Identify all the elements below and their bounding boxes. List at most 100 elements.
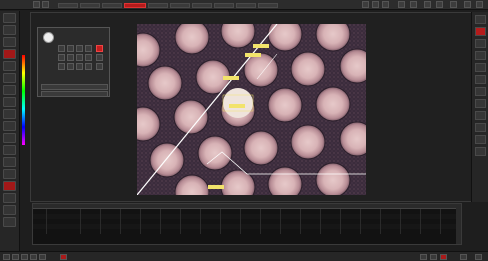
toolbar-icon-1[interactable] — [33, 1, 40, 8]
record-icon[interactable] — [60, 254, 67, 260]
panel-button-4[interactable] — [85, 45, 92, 52]
window-icon[interactable] — [398, 1, 405, 8]
measurement-table[interactable] — [32, 203, 462, 245]
delete-icon[interactable] — [475, 123, 486, 132]
layers-icon[interactable] — [420, 254, 427, 260]
zoom-out-icon[interactable] — [475, 87, 486, 96]
person-icon[interactable] — [3, 193, 16, 203]
grid-icon[interactable] — [362, 1, 369, 8]
grid-view-icon[interactable] — [3, 217, 16, 227]
minimize-icon[interactable] — [436, 1, 443, 8]
toolbar-button-7[interactable] — [214, 3, 234, 8]
measure-icon[interactable] — [3, 25, 16, 35]
export-icon[interactable] — [475, 135, 486, 144]
grid-icon[interactable] — [3, 133, 16, 143]
panel-button-10[interactable] — [96, 54, 103, 61]
table-scrollbar[interactable] — [456, 204, 461, 244]
toolbar-button-5[interactable] — [170, 3, 190, 8]
panel-button-3[interactable] — [76, 45, 83, 52]
toolbar-button-4[interactable] — [148, 3, 168, 8]
table-header-cell — [281, 204, 301, 208]
restore-icon[interactable] — [464, 1, 471, 8]
select-icon[interactable] — [3, 13, 16, 23]
annotation-1[interactable] — [253, 44, 269, 48]
list-icon[interactable] — [475, 39, 486, 48]
info-icon[interactable] — [424, 1, 431, 8]
red-action-icon[interactable] — [475, 27, 486, 36]
table-cell — [181, 229, 201, 234]
toolbar-button-1[interactable] — [58, 3, 78, 8]
panel-button-8[interactable] — [76, 54, 83, 61]
focus-icon[interactable] — [3, 121, 16, 131]
zoom-icon[interactable] — [460, 254, 467, 260]
grain-24 — [315, 162, 351, 195]
toolbar-button-3[interactable] — [102, 3, 122, 8]
grid-icon[interactable] — [39, 254, 46, 260]
help-icon[interactable] — [475, 147, 486, 156]
record-icon[interactable] — [3, 181, 16, 191]
panel-button-15[interactable] — [96, 63, 103, 70]
table-cell — [47, 229, 81, 234]
layers-icon[interactable] — [3, 85, 16, 95]
save-icon[interactable] — [475, 51, 486, 60]
settings-icon[interactable] — [30, 254, 37, 260]
fullscreen-icon[interactable] — [475, 254, 482, 260]
microscope-image[interactable] — [137, 24, 366, 195]
panel-button-2[interactable] — [67, 45, 74, 52]
panel-button-11[interactable] — [58, 63, 65, 70]
table-header-cell — [361, 204, 381, 208]
ruler-icon[interactable] — [3, 145, 16, 155]
close-icon[interactable] — [475, 15, 486, 24]
zoom-icon[interactable] — [3, 37, 16, 47]
table-header-cell — [381, 204, 401, 208]
stop-icon[interactable] — [440, 254, 447, 260]
light-icon[interactable] — [3, 109, 16, 119]
annotation-5[interactable] — [208, 185, 224, 189]
video-icon[interactable] — [21, 254, 28, 260]
tools-icon[interactable] — [3, 205, 16, 215]
zoom-in-icon[interactable] — [475, 75, 486, 84]
refresh-icon[interactable] — [475, 63, 486, 72]
annotate-icon[interactable] — [3, 61, 16, 71]
table-header-cell — [161, 204, 181, 208]
annotation-3[interactable] — [223, 76, 239, 80]
panel-button-14[interactable] — [85, 63, 92, 70]
settings-icon[interactable] — [382, 1, 389, 8]
table-row[interactable] — [33, 229, 461, 234]
help-icon[interactable] — [410, 1, 417, 8]
camera-icon[interactable] — [3, 49, 16, 59]
panel-select-2[interactable] — [41, 91, 108, 97]
pause-icon[interactable] — [430, 254, 437, 260]
export-icon[interactable] — [3, 157, 16, 167]
panel-button-7[interactable] — [67, 54, 74, 61]
toolbar-button-9[interactable] — [258, 3, 278, 8]
toolbar-button-8[interactable] — [236, 3, 256, 8]
settings-icon[interactable] — [3, 73, 16, 83]
table-cell — [241, 229, 261, 234]
toolbar-tab-active[interactable] — [124, 3, 146, 8]
panel-button-9[interactable] — [85, 54, 92, 61]
panel-button-record[interactable] — [96, 45, 103, 52]
table-cell — [101, 229, 121, 234]
measured-grain[interactable] — [223, 88, 253, 118]
toolbar-button-2[interactable] — [80, 3, 100, 8]
grain-14 — [267, 87, 303, 123]
play-icon[interactable] — [3, 254, 10, 260]
camera-icon[interactable] — [12, 254, 19, 260]
panel-select-1[interactable] — [41, 84, 108, 90]
settings-icon[interactable] — [475, 99, 486, 108]
help-icon[interactable] — [3, 169, 16, 179]
maximize-icon[interactable] — [450, 1, 457, 8]
toolbar-icon-2[interactable] — [42, 1, 49, 8]
toolbar-button-6[interactable] — [192, 3, 212, 8]
list-icon[interactable] — [372, 1, 379, 8]
close-icon[interactable] — [476, 1, 483, 8]
panel-button-6[interactable] — [58, 54, 65, 61]
panel-button-1[interactable] — [58, 45, 65, 52]
annotation-2[interactable] — [245, 53, 261, 57]
info-icon[interactable] — [475, 111, 486, 120]
color-icon[interactable] — [3, 97, 16, 107]
panel-button-13[interactable] — [76, 63, 83, 70]
panel-button-12[interactable] — [67, 63, 74, 70]
annotation-4[interactable] — [229, 104, 245, 108]
